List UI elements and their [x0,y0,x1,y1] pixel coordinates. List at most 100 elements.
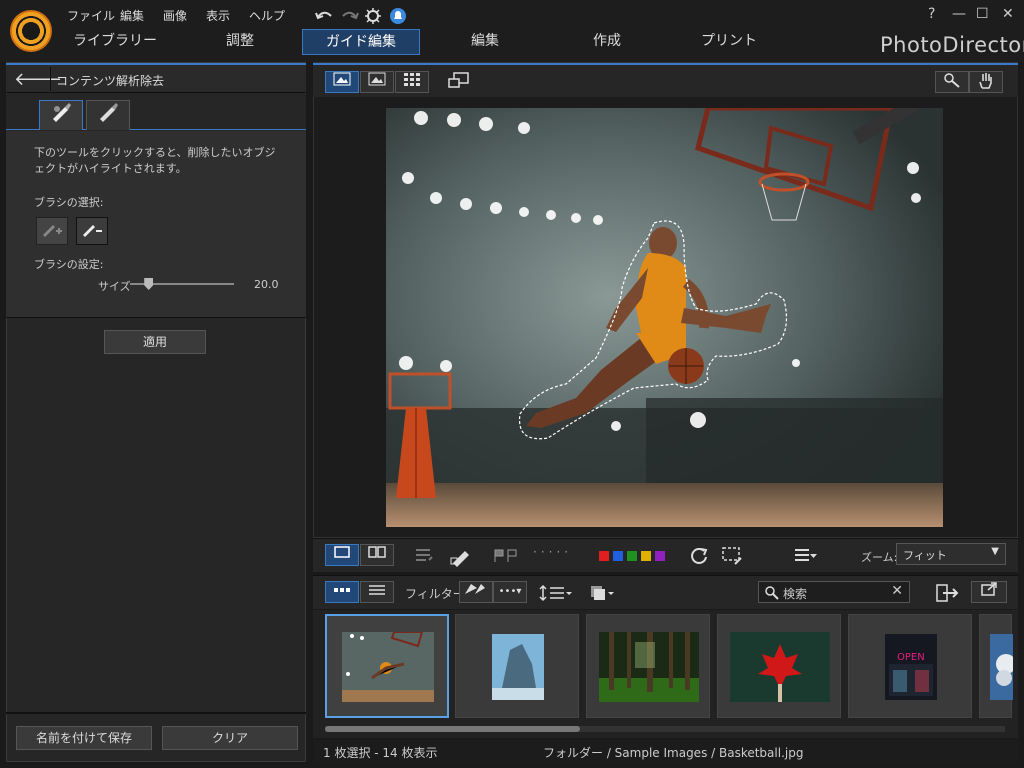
maximize-button[interactable]: ☐ [976,6,989,22]
menu-view[interactable]: 表示 [206,7,230,24]
view-single-button[interactable] [325,71,359,93]
single-view-toggle[interactable] [325,544,359,566]
hand-tool-button[interactable] [969,71,1003,93]
thumbnail-strip-icon [334,588,350,592]
eraser-brush-icon [100,103,118,122]
filmstrip-scrollbar[interactable] [325,726,1005,732]
app-logo-icon[interactable] [10,10,52,52]
zoom-tool-button[interactable] [935,71,969,93]
more-dots-icon: •••▾ [498,586,522,597]
basketball-photo[interactable] [386,108,943,527]
list-icon [369,585,385,595]
thumb-basketball-image [342,632,434,702]
color-label-blue[interactable] [613,551,623,561]
chevron-down-icon: ▼ [991,546,999,557]
brush-tool-tabs [6,94,306,130]
size-value: 20.0 [254,278,279,291]
thumbnail-basketball[interactable] [325,614,449,718]
save-as-button[interactable]: 名前を付けて保存 [16,726,152,750]
menu-edit[interactable]: 編集 [120,7,144,24]
rating-dots[interactable]: ····· [533,545,572,559]
single-image-icon [333,72,351,86]
svg-text:OPEN: OPEN [897,652,925,663]
sort-menu-icon[interactable] [793,547,819,565]
hand-icon [979,73,992,89]
view-compare-button[interactable] [360,71,394,93]
second-monitor-icon[interactable] [447,71,471,94]
list-view-button[interactable] [360,581,394,603]
brush-select-label: ブラシの選択: [34,196,104,209]
menu-help[interactable]: ヘルプ [249,7,285,24]
thumbnail-neon-store[interactable]: OPEN [848,614,972,718]
tab-adjust[interactable]: 調整 [185,29,295,55]
notification-bell-icon[interactable] [390,8,406,24]
color-label-green[interactable] [627,551,637,561]
split-view-toggle[interactable] [360,544,394,566]
thumb-neon-image: OPEN [885,634,937,700]
tab-create[interactable]: 作成 [552,29,662,55]
thumb-leaf-image [730,632,830,702]
remove-brush-button[interactable] [76,217,108,245]
library-toolbar: フィルター: •••▾ [313,575,1018,609]
flag-icon[interactable] [493,548,523,564]
zoom-value: フィット [903,549,947,562]
photo-canvas [386,108,943,527]
clear-search-icon[interactable]: ✕ [891,583,903,599]
undo-icon[interactable] [315,11,332,20]
magnifier-icon [944,73,960,88]
status-bar: 1 枚選択 - 14 枚表示 フォルダー / Sample Images / B… [313,740,1018,764]
pen-icon[interactable] [450,551,469,567]
export-icon[interactable] [933,582,961,604]
tab-edit[interactable]: 編集 [430,29,540,55]
menu-image[interactable]: 画像 [163,7,187,24]
clear-button[interactable]: クリア [162,726,298,750]
tab-guided-edit[interactable]: ガイド編集 [302,29,420,55]
tab-library[interactable]: ライブラリー [60,29,170,55]
color-label-purple[interactable] [655,551,665,561]
thumbnail-forest[interactable] [586,614,710,718]
search-input[interactable]: 検索 ✕ [758,581,910,603]
back-arrow-icon[interactable]: 🡐 [14,69,62,91]
flags-icon [465,584,485,594]
folder-path: フォルダー / Sample Images / Basketball.jpg [543,746,804,760]
eraser-brush-tab[interactable] [86,100,130,130]
apply-button[interactable]: 適用 [104,330,206,354]
settings-gear-icon[interactable] [365,8,381,24]
menu-file[interactable]: ファイル [67,7,115,24]
tab-print[interactable]: プリント [674,29,784,55]
sort-order-icon[interactable] [539,584,573,602]
search-icon [765,586,779,600]
edit-tools [416,549,469,567]
thumbnail-view-button[interactable] [325,581,359,603]
zoom-label: ズーム: [861,551,898,564]
thumbnail-maple-leaf[interactable] [717,614,841,718]
thumbnail-clouds[interactable] [979,614,1013,718]
redo-icon[interactable] [342,11,359,20]
color-label-yellow[interactable] [641,551,651,561]
zoom-select[interactable]: フィット ▼ [896,543,1006,565]
add-brush-button[interactable] [36,217,68,245]
highlight-brush-tab[interactable] [39,100,83,130]
brush-plus-icon [43,225,62,237]
rotate-icon[interactable] [689,546,709,566]
crop-screen-icon[interactable] [721,546,745,566]
color-label-red[interactable] [599,551,609,561]
brush-settings-section: 下のツールをクリックすると、削除したいオブジェクトがハイライトされます。 ブラシ… [6,131,306,318]
minimize-button[interactable]: — [952,6,966,22]
brand-name: PhotoDirector [880,33,1024,57]
thumb-rock-image [492,634,544,700]
view-grid-button[interactable] [395,71,429,93]
scrollbar-thumb[interactable] [325,726,580,732]
size-label: サイズ [98,280,131,293]
split-frame-icon [368,546,386,558]
search-placeholder: 検索 [783,587,808,601]
help-button[interactable]: ? [928,6,935,22]
flag-filter-button[interactable] [459,581,493,603]
thumbnail-rock[interactable] [455,614,579,718]
rating-filter-button[interactable]: •••▾ [493,581,527,603]
panel-header: 🡐 コンテンツ解析除去 [6,63,306,93]
close-button[interactable]: ✕ [1002,6,1014,22]
stack-icon[interactable] [416,549,433,561]
open-external-button[interactable] [971,581,1007,603]
copy-stack-icon[interactable] [589,584,619,602]
